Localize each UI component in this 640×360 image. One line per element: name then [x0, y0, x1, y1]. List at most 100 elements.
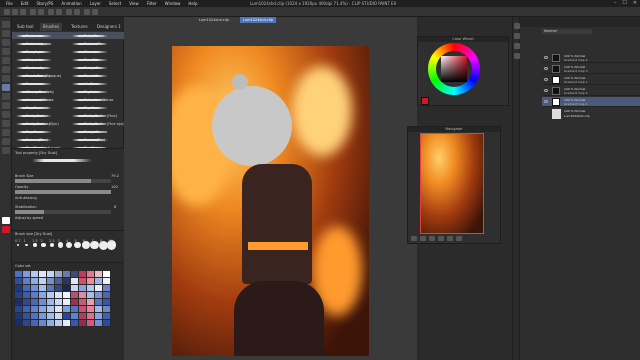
color-swatch[interactable]	[79, 313, 86, 319]
eyedropper-tool-icon[interactable]	[2, 57, 10, 64]
color-swatch[interactable]	[79, 306, 86, 312]
brush-item[interactable]: Textured pen Rough Pen	[12, 64, 124, 71]
color-swatch[interactable]	[39, 271, 46, 277]
color-swatch[interactable]	[55, 271, 62, 277]
color-swatch[interactable]	[95, 299, 102, 305]
tab-textures[interactable]: Textures	[68, 23, 91, 31]
color-swatch[interactable]	[23, 271, 30, 277]
brush-size-preset[interactable]	[17, 244, 19, 246]
color-swatch[interactable]	[71, 278, 78, 284]
menu-filter[interactable]: Filter	[147, 1, 157, 6]
color-swatch[interactable]	[87, 320, 94, 326]
color-swatch[interactable]	[95, 320, 102, 326]
select-tool-icon[interactable]	[2, 48, 10, 55]
color-swatch[interactable]	[31, 285, 38, 291]
color-swatch[interactable]	[87, 306, 94, 312]
eye-icon[interactable]	[544, 100, 548, 103]
color-swatch[interactable]	[63, 285, 70, 291]
menu-edit[interactable]: Edit	[21, 1, 29, 6]
color-swatch[interactable]	[39, 313, 46, 319]
clear-icon[interactable]	[48, 9, 54, 15]
brush-size-preset[interactable]	[41, 242, 46, 248]
blend-tool-icon[interactable]	[2, 111, 10, 118]
color-swatch[interactable]	[47, 320, 54, 326]
brush-item[interactable]: Dotty Dotter (Dyn) Dotty Dotter (Fine dyn…	[12, 120, 125, 127]
color-swatch[interactable]	[47, 299, 54, 305]
redo-icon[interactable]	[38, 9, 44, 15]
eye-icon[interactable]	[544, 89, 548, 92]
menu-story[interactable]: Story/PS	[36, 1, 53, 6]
brush-item[interactable]: Rough pen Gouache	[12, 48, 124, 55]
tab-designers[interactable]: Designers 1	[94, 23, 124, 31]
color-swatch[interactable]	[31, 313, 38, 319]
color-swatch[interactable]	[15, 306, 22, 312]
color-swatch[interactable]	[31, 320, 38, 326]
color-swatch[interactable]	[95, 313, 102, 319]
brush-item[interactable]: Smear (Fine) Smear (Dry)	[12, 136, 124, 143]
color-swatch[interactable]	[103, 278, 110, 284]
color-swatch[interactable]	[103, 320, 110, 326]
fill-tool-icon[interactable]	[2, 120, 10, 127]
color-swatch[interactable]	[47, 271, 54, 277]
color-swatch[interactable]	[55, 299, 62, 305]
color-swatch[interactable]	[87, 285, 94, 291]
pencil-tool-icon[interactable]	[2, 75, 10, 82]
color-swatch[interactable]	[15, 313, 22, 319]
color-swatch[interactable]	[15, 292, 22, 298]
close-button[interactable]: ✕	[633, 0, 637, 6]
save-icon[interactable]	[20, 9, 26, 15]
snap-icon[interactable]	[84, 9, 90, 15]
opacity-slider[interactable]	[15, 190, 111, 194]
color-swatch[interactable]	[79, 271, 86, 277]
color-swatch[interactable]	[47, 278, 54, 284]
color-swatch[interactable]	[71, 299, 78, 305]
opacity-value[interactable]: 100	[111, 184, 118, 190]
current-color-swatch[interactable]	[421, 97, 429, 105]
color-swatch[interactable]	[55, 285, 62, 291]
color-swatch[interactable]	[23, 299, 30, 305]
color-swatch[interactable]	[55, 292, 62, 298]
brush-item[interactable]: Dry Gouache Dry Gum	[12, 104, 124, 111]
color-swatch[interactable]	[95, 271, 102, 277]
color-swatch[interactable]	[23, 292, 30, 298]
maximize-button[interactable]: ☐	[622, 0, 626, 6]
menu-window[interactable]: Window	[165, 1, 181, 6]
undo-icon[interactable]	[30, 9, 36, 15]
color-swatch[interactable]	[71, 285, 78, 291]
new-file-icon[interactable]	[4, 9, 10, 15]
adjust-by-speed-checkbox[interactable]: Adjust by speed	[15, 215, 43, 221]
color-swatch[interactable]	[31, 278, 38, 284]
tab-subtool[interactable]: Sub tool	[14, 23, 36, 31]
eye-icon[interactable]	[544, 78, 548, 81]
layer-row[interactable]: 100 % Normal Gradient map 4	[542, 86, 640, 96]
menu-file[interactable]: File	[6, 1, 13, 6]
color-swatch[interactable]	[15, 278, 22, 284]
color-swatch[interactable]	[23, 313, 30, 319]
open-file-icon[interactable]	[12, 9, 18, 15]
color-swatch[interactable]	[87, 278, 94, 284]
document-tab-2[interactable]: Lum1024shd.clip	[240, 17, 276, 23]
color-swatch[interactable]	[39, 292, 46, 298]
color-swatch[interactable]	[55, 278, 62, 284]
color-swatch[interactable]	[15, 299, 22, 305]
color-swatch[interactable]	[47, 313, 54, 319]
stabilization-value[interactable]: 8	[114, 204, 116, 210]
color-swatch[interactable]	[15, 285, 22, 291]
brush-item[interactable]: Texture Paint Brush	[12, 32, 124, 39]
eye-icon[interactable]	[544, 56, 548, 59]
color-swatch[interactable]	[39, 285, 46, 291]
eye-icon[interactable]	[544, 67, 548, 70]
color-swatch[interactable]	[63, 278, 70, 284]
pen-tool-icon[interactable]	[2, 66, 10, 73]
ruler-icon[interactable]	[92, 9, 98, 15]
color-swatch[interactable]	[87, 271, 94, 277]
color-swatch[interactable]	[63, 292, 70, 298]
color-swatch[interactable]	[15, 320, 22, 326]
brush-size-value[interactable]: 79.2	[111, 173, 119, 179]
color-swatch[interactable]	[103, 285, 110, 291]
color-swatch[interactable]	[63, 271, 70, 277]
layer-row[interactable]: 100 % Normal Gradient map 4	[542, 97, 640, 107]
tab-brushes[interactable]: Brushes	[40, 23, 63, 31]
color-swatch[interactable]	[63, 306, 70, 312]
color-swatch[interactable]	[71, 313, 78, 319]
